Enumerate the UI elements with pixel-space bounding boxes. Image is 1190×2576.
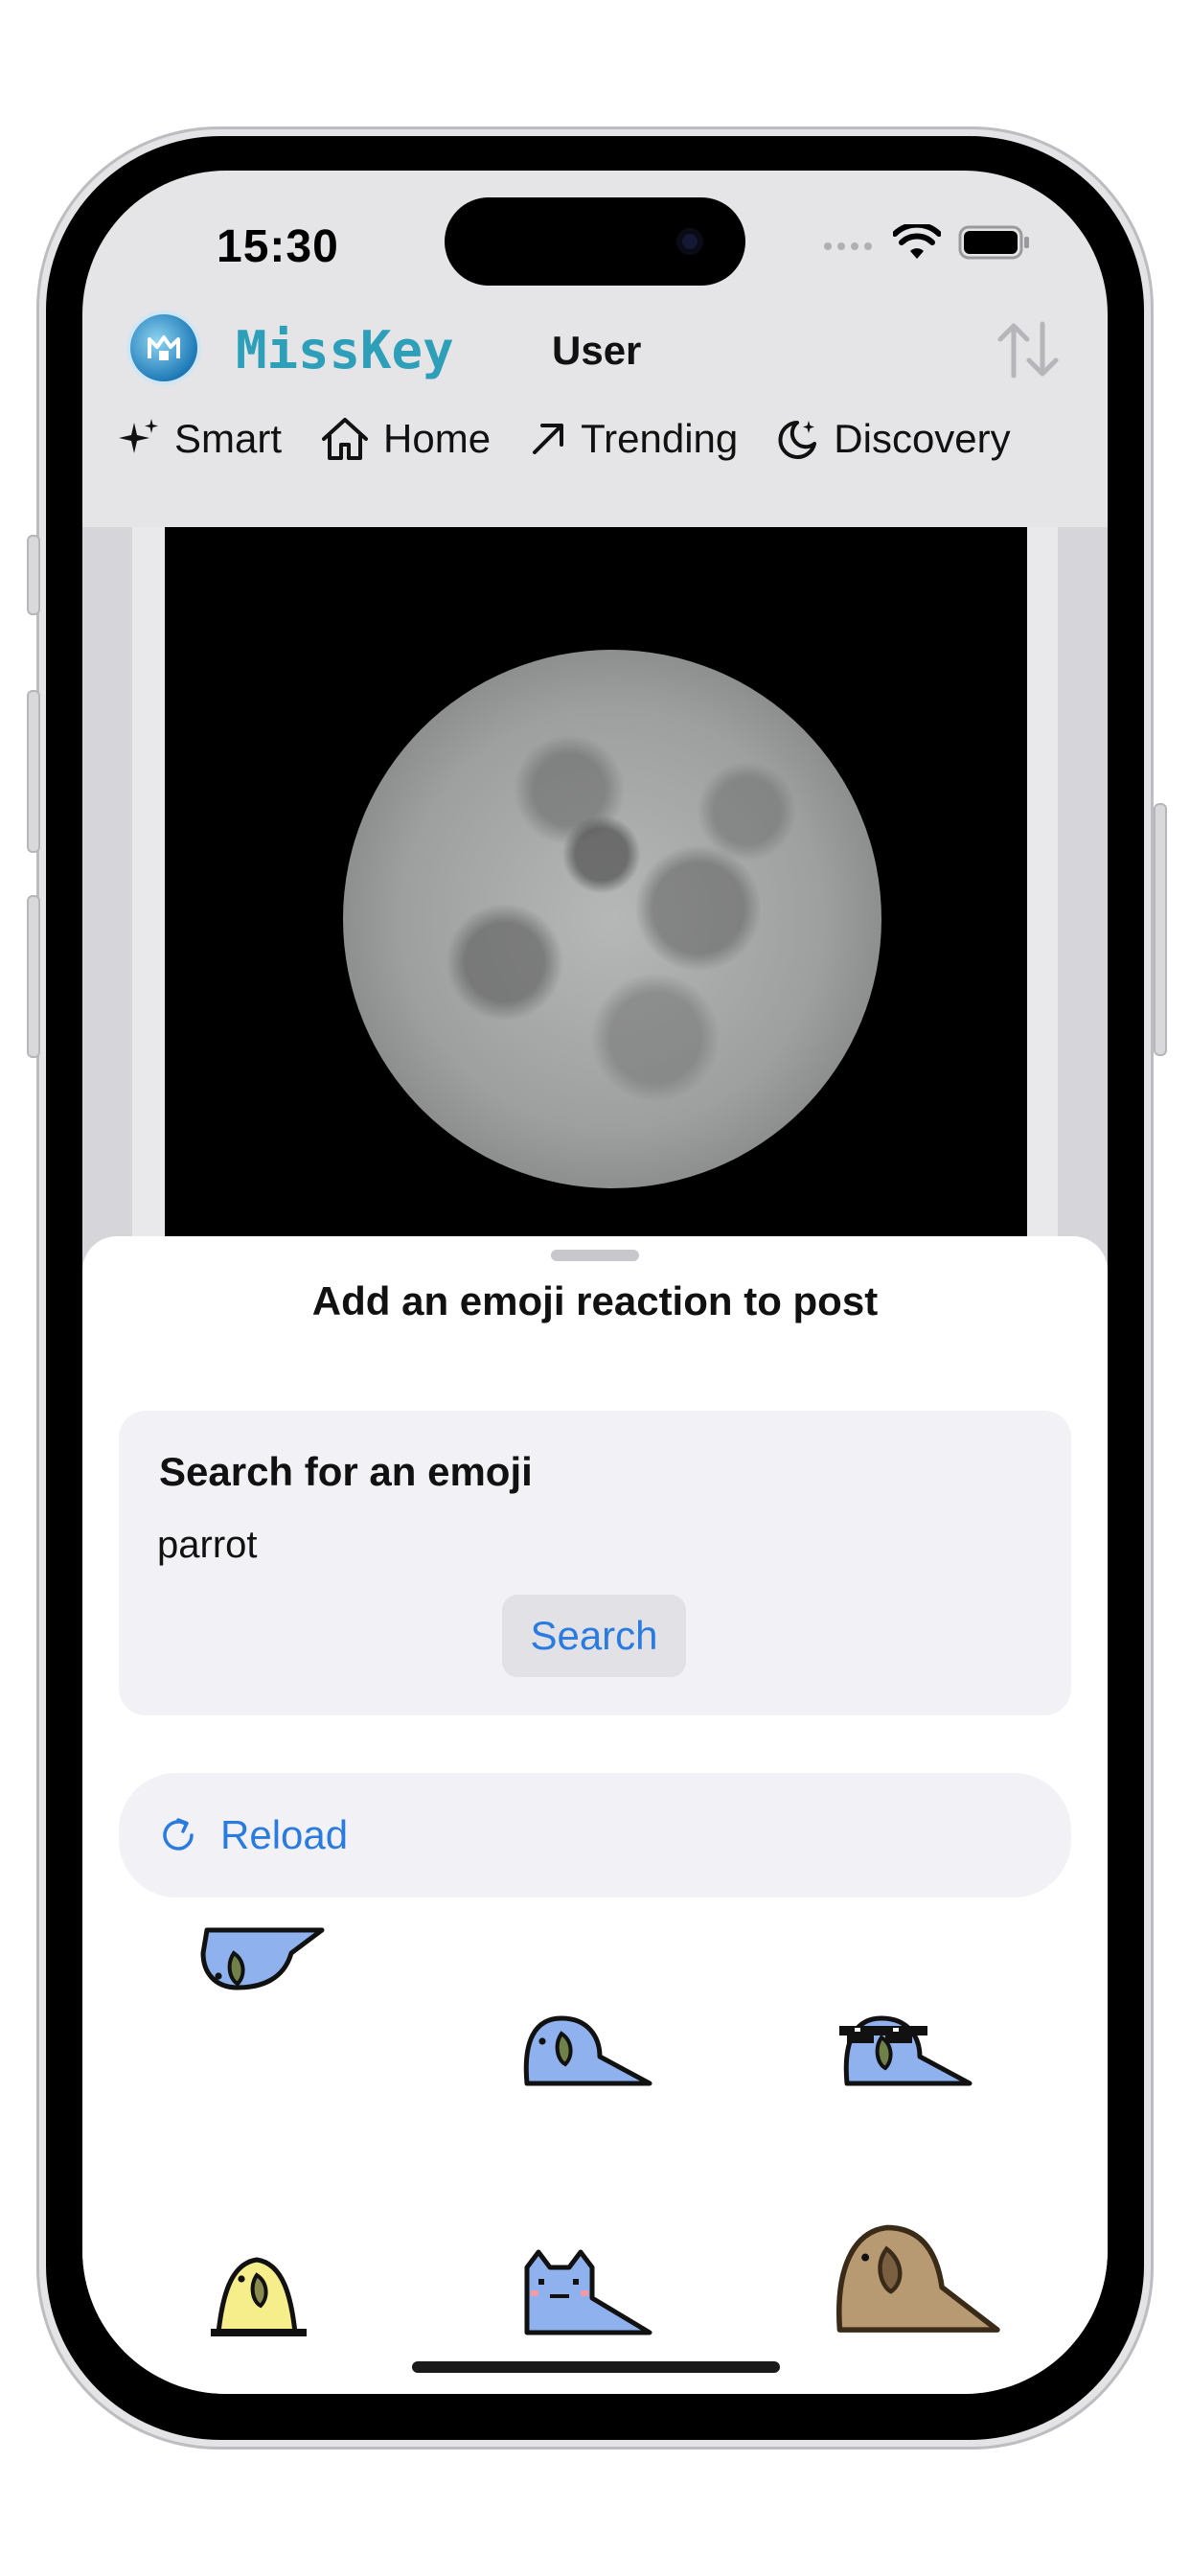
status-time: 15:30: [217, 221, 339, 272]
tab-smart[interactable]: Smart: [117, 416, 282, 462]
dynamic-island: [445, 197, 745, 286]
post-image[interactable]: [165, 527, 1027, 1236]
tab-trending[interactable]: Trending: [529, 416, 738, 462]
volume-up-button: [27, 690, 40, 853]
full-moon-image: [343, 650, 881, 1188]
parrot-icon: [523, 2015, 652, 2086]
parrot-cat-emoji[interactable]: [515, 2214, 688, 2386]
parrot-emoji[interactable]: [515, 1965, 688, 2137]
brand-title: MissKey: [236, 320, 454, 380]
battery-icon: [958, 225, 1029, 260]
parrot-brown-icon: [836, 2224, 1000, 2333]
parrot-upside-down-emoji[interactable]: [195, 1926, 368, 2099]
avatar[interactable]: [130, 314, 197, 381]
account-name[interactable]: User: [552, 328, 641, 374]
parrot-cat-icon: [524, 2249, 652, 2335]
arrow-up-right-icon: [533, 424, 564, 454]
parrot-upside-down-icon: [200, 1927, 325, 1990]
search-label: Search for an emoji: [159, 1449, 533, 1494]
sort-arrows-icon[interactable]: [993, 316, 1064, 383]
screen: 15:30 MissKey User Smart Home Trending D…: [82, 171, 1108, 2394]
timeline-tabs: Smart Home Trending Discovery: [117, 416, 1011, 462]
sheet-grabber[interactable]: [551, 1250, 639, 1261]
status-icons: [822, 224, 1031, 261]
parrot-yellow-icon: [211, 2257, 307, 2336]
reload-button[interactable]: Reload: [119, 1773, 1071, 1898]
parrot-yellow-emoji[interactable]: [195, 2214, 368, 2386]
tab-label: Smart: [174, 416, 283, 461]
search-button[interactable]: Search: [502, 1595, 686, 1677]
app-header: MissKey User: [82, 314, 1108, 429]
parrot-brown-emoji[interactable]: [835, 2185, 1008, 2358]
emoji-search-section: Search for an emoji Search: [119, 1411, 1071, 1715]
sparkle-icon: [119, 419, 158, 453]
home-indicator[interactable]: [412, 2361, 780, 2373]
house-icon: [322, 418, 369, 460]
tab-label: Trending: [581, 416, 739, 461]
reload-label: Reload: [220, 1812, 349, 1857]
reload-icon: [163, 1818, 194, 1851]
emoji-grid: [82, 1926, 1108, 2367]
signal-icon: [824, 242, 872, 250]
power-button: [1154, 803, 1167, 1056]
parrot-sunglasses-icon: [839, 2015, 973, 2086]
action-button: [27, 535, 40, 615]
sheet-title: Add an emoji reaction to post: [311, 1278, 879, 1323]
misskey-logo-icon: [148, 335, 180, 360]
tab-discovery[interactable]: Discovery: [776, 416, 1011, 462]
moon-stars-icon: [778, 421, 817, 459]
emoji-reaction-sheet: Add an emoji reaction to post Search for…: [82, 1236, 1108, 2394]
tab-label: Discovery: [834, 416, 1011, 461]
tab-label: Home: [383, 416, 492, 461]
parrot-sunglasses-emoji[interactable]: [835, 1965, 1008, 2137]
tab-home[interactable]: Home: [320, 416, 491, 462]
volume-down-button: [27, 895, 40, 1058]
camera-icon: [676, 228, 703, 255]
emoji-search-input[interactable]: [157, 1516, 1019, 1574]
wifi-icon: [893, 224, 941, 259]
